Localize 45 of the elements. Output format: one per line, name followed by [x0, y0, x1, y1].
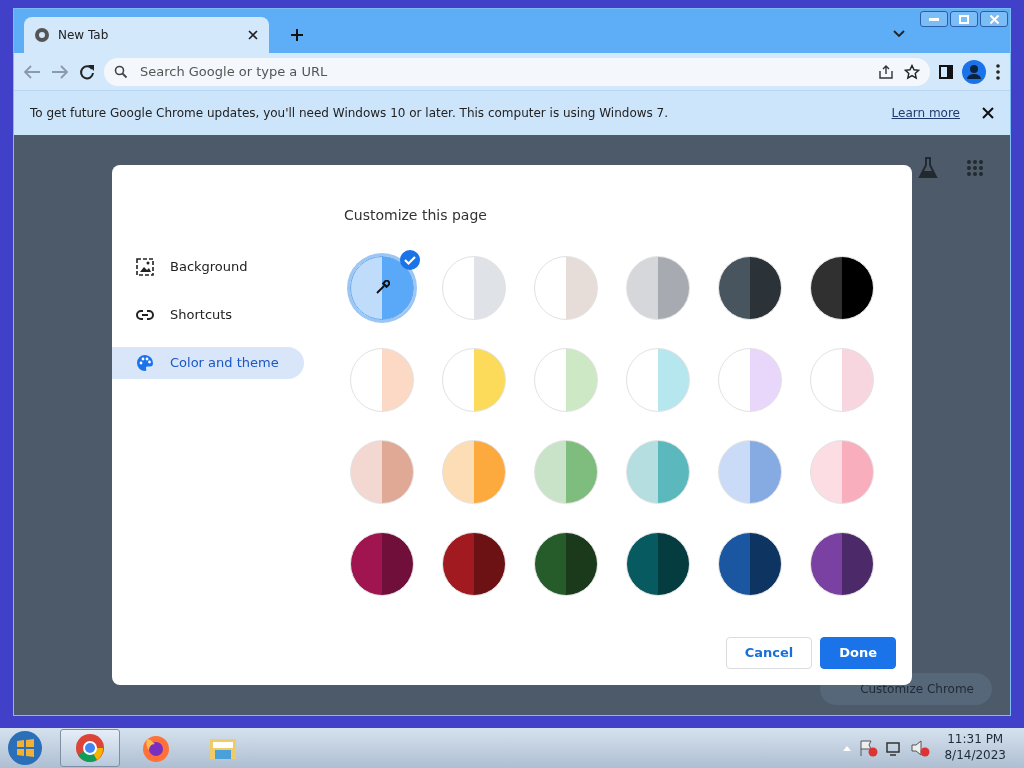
infobar-message: To get future Google Chrome updates, you'll need Windows 10 or later. This computer is using Windows 7.	[30, 105, 670, 122]
clock-time: 11:31 PM	[946, 732, 1005, 748]
minimize-button[interactable]	[920, 11, 948, 27]
avatar-icon[interactable]	[962, 59, 986, 84]
tab-title: New Tab	[58, 27, 110, 44]
plus-icon[interactable]	[289, 27, 305, 43]
close-icon	[989, 14, 999, 24]
learn-more-link[interactable]: Learn more	[891, 104, 960, 122]
menu-icon[interactable]	[994, 62, 1002, 81]
color-swatch[interactable]	[350, 256, 414, 320]
checkmark-icon	[400, 250, 420, 270]
minimize-icon	[929, 17, 939, 21]
close-icon[interactable]	[982, 107, 994, 119]
chrome-icon	[34, 27, 50, 43]
back-icon[interactable]	[22, 63, 42, 80]
close-button[interactable]	[980, 11, 1008, 27]
chevron-down-icon[interactable]	[892, 29, 906, 39]
browser-tab[interactable]: New Tab	[24, 17, 269, 53]
apps-grid-icon[interactable]	[966, 159, 984, 177]
speaker-icon[interactable]	[910, 739, 931, 757]
reload-icon[interactable]	[78, 62, 96, 81]
cancel-button[interactable]: Cancel	[725, 637, 813, 669]
eyedropper-icon	[374, 280, 390, 296]
palette-icon	[136, 354, 154, 372]
dialog-title: Customize this page	[344, 206, 488, 225]
clock-date: 8/14/2023	[944, 748, 1006, 764]
search-icon	[114, 64, 128, 79]
maximize-button[interactable]	[950, 11, 978, 27]
address-bar[interactable]: Search Google or type a URL	[104, 57, 930, 86]
chrome-icon	[75, 733, 105, 763]
star-icon[interactable]	[904, 63, 920, 80]
side-panel-icon[interactable]	[938, 63, 954, 80]
forward-icon[interactable]	[50, 63, 70, 80]
sidebar-item[interactable]: Shortcuts	[112, 299, 304, 331]
share-icon[interactable]	[878, 63, 894, 80]
close-icon[interactable]	[247, 29, 259, 41]
done-button[interactable]: Done	[820, 637, 896, 669]
firefox-icon	[141, 733, 171, 763]
taskbar-button[interactable]	[60, 729, 120, 767]
sidebar-item[interactable]: Color and theme	[112, 347, 304, 379]
sidebar-item[interactable]: Background	[112, 251, 304, 283]
flag-icon[interactable]	[858, 739, 879, 757]
image-icon	[136, 258, 154, 276]
maximize-icon	[959, 14, 969, 24]
flask-icon[interactable]	[918, 157, 938, 179]
